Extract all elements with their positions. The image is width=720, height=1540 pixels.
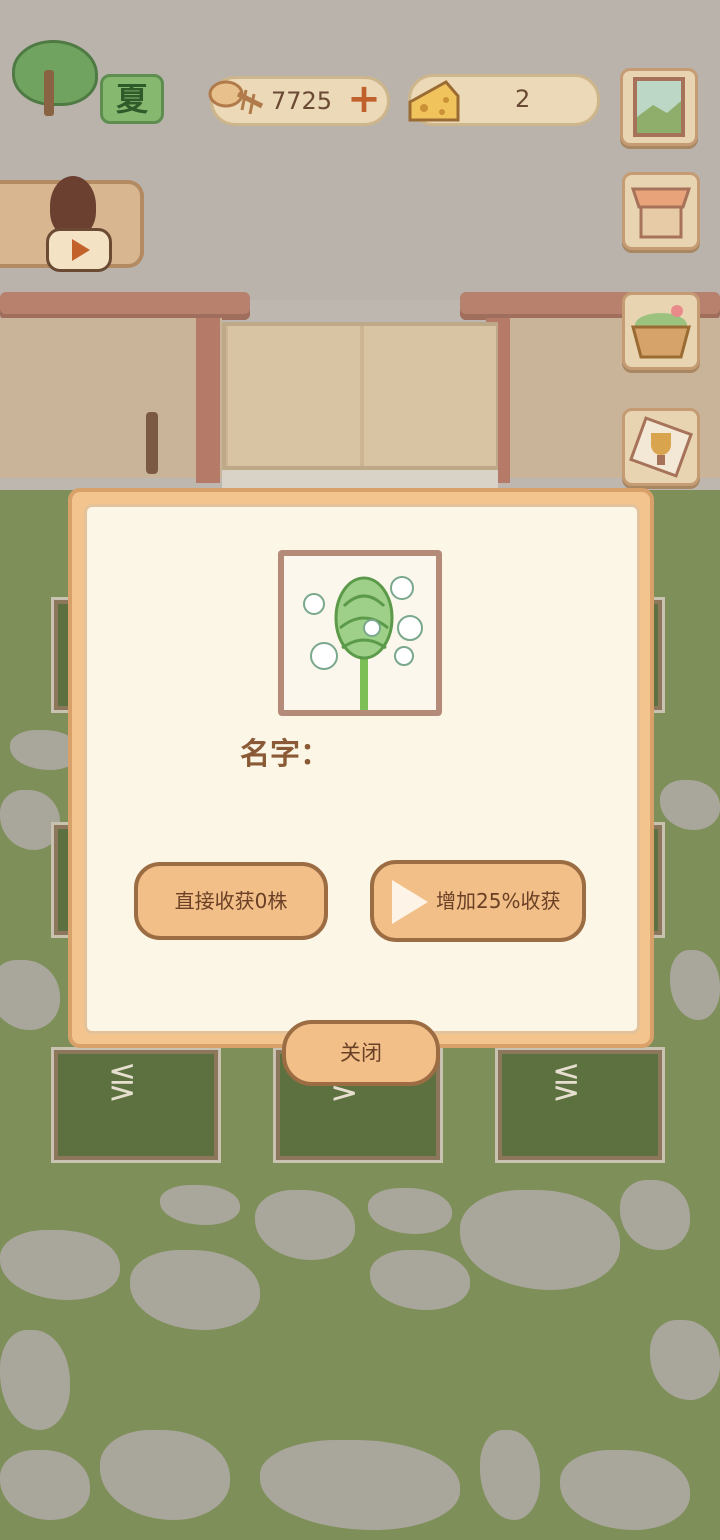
fish-bone-marker-icon: ⋚ <box>108 1062 137 1102</box>
trophy-badge-icon <box>625 411 697 483</box>
vegetable-basket-icon <box>625 295 697 367</box>
direct-harvest-button[interactable]: 直接收获0株 <box>134 862 328 940</box>
play-icon <box>392 880 428 924</box>
garden-plot[interactable]: ⋚ <box>54 1050 218 1160</box>
plant-name-label: 名字： <box>240 737 330 772</box>
shop-button[interactable] <box>622 172 700 250</box>
tree-icon[interactable] <box>12 40 98 106</box>
fish-bone-marker-icon: ⋚ <box>552 1062 581 1102</box>
window-sill <box>222 470 498 488</box>
market-stall-icon <box>625 175 697 247</box>
season-indicator[interactable]: 夏 <box>100 74 164 124</box>
tree-trunk <box>44 70 54 116</box>
window-view-button[interactable] <box>620 68 698 146</box>
play-icon[interactable] <box>46 228 112 272</box>
fish-currency-value: 7725 <box>271 87 333 115</box>
basket-button[interactable] <box>622 292 700 370</box>
roof-left <box>0 292 250 320</box>
window-landscape-icon <box>623 71 695 143</box>
boost-harvest-label: 增加25%收获 <box>436 889 561 913</box>
bird-character <box>50 176 96 236</box>
shovel-icon <box>146 412 158 474</box>
plant-image-frame <box>278 550 442 716</box>
close-button[interactable]: 关闭 <box>282 1020 440 1086</box>
achievement-button[interactable] <box>622 408 700 486</box>
fish-bone-icon <box>204 66 266 128</box>
add-fish-button[interactable]: + <box>344 79 384 120</box>
house-wall-left <box>0 318 222 478</box>
white-flower-bud-plant-icon <box>284 556 436 710</box>
wall-post <box>196 318 220 483</box>
cheese-currency-value: 2 <box>515 85 531 113</box>
house-window <box>222 322 498 470</box>
cheese-icon <box>406 72 462 128</box>
garden-plot[interactable]: ⋚ <box>498 1050 662 1160</box>
